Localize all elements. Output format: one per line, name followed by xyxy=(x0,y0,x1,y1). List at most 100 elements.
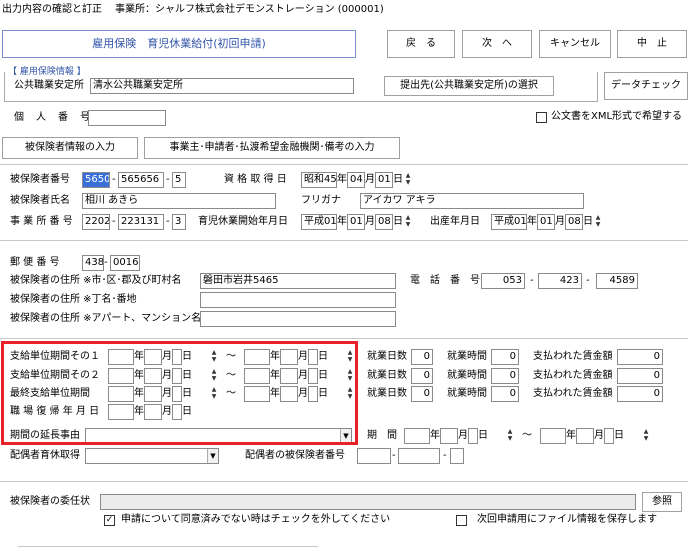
work-days-field[interactable]: 0 xyxy=(411,368,433,384)
postal-code-part1[interactable]: 438 xyxy=(82,255,104,271)
paid-wages-field[interactable]: 0 xyxy=(617,386,663,402)
dash: - xyxy=(112,216,116,227)
birth-date-label: 出産年月日 xyxy=(430,216,480,227)
birth-era[interactable]: 平成01 xyxy=(491,214,527,230)
stop-button[interactable]: 中 止 xyxy=(617,30,687,58)
dash: - xyxy=(112,174,116,185)
birth-day[interactable]: 08 xyxy=(565,214,583,230)
divider xyxy=(0,338,688,339)
insured-name-field[interactable]: 相川 あきら xyxy=(82,193,276,209)
office-number-part3[interactable]: 3 xyxy=(172,214,186,230)
address2-field[interactable] xyxy=(200,292,396,308)
year-unit: 年 xyxy=(527,216,537,227)
extension-end-spinner[interactable]: ▲ ▼ xyxy=(642,428,650,444)
work-hours-field[interactable]: 0 xyxy=(491,349,519,365)
leave-start-spinner[interactable]: ▲ ▼ xyxy=(404,214,412,230)
paid-wages-field[interactable]: 0 xyxy=(617,368,663,384)
phone-part1[interactable]: 053 xyxy=(481,273,525,289)
address1-field[interactable]: 磐田市岩井5465 xyxy=(200,273,396,289)
office-field[interactable]: 清水公共職業安定所 xyxy=(90,78,354,94)
dash: - xyxy=(392,450,396,461)
work-hours-field[interactable]: 0 xyxy=(491,386,519,402)
extension-end-year[interactable] xyxy=(540,428,566,444)
qualification-month[interactable]: 04 xyxy=(347,172,365,188)
office-info: 事業所：シャルフ株式会社デモンストレーション (000001) xyxy=(115,4,384,15)
spouse-number-part3[interactable] xyxy=(450,448,464,464)
insured-info-button[interactable]: 被保険者情報の入力 xyxy=(2,137,138,159)
phone-part3[interactable]: 4589 xyxy=(596,273,638,289)
work-days-field[interactable]: 0 xyxy=(411,386,433,402)
office-number-label: 事 業 所 番 号 xyxy=(10,216,73,227)
extension-end-day[interactable] xyxy=(604,428,614,444)
window-title: 出力内容の確認と訂正 xyxy=(2,4,102,15)
leave-start-era[interactable]: 平成01 xyxy=(301,214,337,230)
day-unit: 日 xyxy=(614,430,624,441)
spouse-insured-number-label: 配偶者の被保険者番号 xyxy=(245,450,345,461)
insured-number-part2[interactable]: 565656 xyxy=(118,172,164,188)
divider xyxy=(0,164,688,165)
address1-label: 被保険者の住所 ※市･区･郡及び町村名 xyxy=(10,275,182,286)
postal-code-part2[interactable]: 0016 xyxy=(110,255,140,271)
address3-label: 被保険者の住所 ※アパート、マンション名等 xyxy=(10,313,212,324)
month-unit: 月 xyxy=(365,216,375,227)
delegation-file-field[interactable] xyxy=(100,494,636,510)
work-hours-label: 就業時間 xyxy=(447,370,487,381)
year-unit: 年 xyxy=(337,174,347,185)
dash: - xyxy=(443,450,447,461)
leave-start-day[interactable]: 08 xyxy=(375,214,393,230)
select-office-button[interactable]: 提出先(公共職業安定所)の選択 xyxy=(384,76,554,96)
address3-field[interactable] xyxy=(200,311,396,327)
save-file-label: 次回申請用にファイル情報を保存します xyxy=(477,514,657,525)
next-button[interactable]: 次 へ xyxy=(462,30,532,58)
paid-wages-field[interactable]: 0 xyxy=(617,349,663,365)
leave-start-label: 育児休業開始年月日 xyxy=(198,216,288,227)
employer-info-button[interactable]: 事業主･申請者･払渡希望金融機関･備考の入力 xyxy=(144,137,400,159)
qualification-date-label: 資 格 取 得 日 xyxy=(224,174,287,185)
chevron-down-icon[interactable]: ▼ xyxy=(207,449,218,463)
year-unit: 年 xyxy=(337,216,347,227)
extension-start-year[interactable] xyxy=(404,428,430,444)
extension-start-spinner[interactable]: ▲ ▼ xyxy=(506,428,514,444)
address2-label: 被保険者の住所 ※丁名･番地 xyxy=(10,294,137,305)
leave-start-month[interactable]: 01 xyxy=(347,214,365,230)
data-check-button[interactable]: データチェック xyxy=(604,72,688,100)
spouse-number-part1[interactable] xyxy=(357,448,391,464)
month-unit: 月 xyxy=(458,430,468,441)
work-days-field[interactable]: 0 xyxy=(411,349,433,365)
insured-number-part3[interactable]: 5 xyxy=(172,172,186,188)
spouse-leave-label: 配偶者育休取得 xyxy=(10,450,80,461)
extension-start-day[interactable] xyxy=(468,428,478,444)
back-button[interactable]: 戻 る xyxy=(387,30,455,58)
qualification-day[interactable]: 01 xyxy=(375,172,393,188)
spouse-leave-select[interactable]: ▼ xyxy=(85,448,219,464)
office-number-part1[interactable]: 2202 xyxy=(82,214,110,230)
personal-number-field[interactable] xyxy=(88,110,166,126)
insured-name-label: 被保険者氏名 xyxy=(10,195,70,206)
year-unit: 年 xyxy=(566,430,576,441)
day-unit: 日 xyxy=(393,216,403,227)
office-number-part2[interactable]: 223131 xyxy=(118,214,164,230)
furigana-field[interactable]: アイカワ アキラ xyxy=(360,193,584,209)
consent-checkbox[interactable]: ✓ xyxy=(104,515,115,526)
extension-start-month[interactable] xyxy=(440,428,458,444)
qualification-date-spinner[interactable]: ▲ ▼ xyxy=(404,172,412,188)
dash: - xyxy=(166,174,170,185)
birth-date-spinner[interactable]: ▲ ▼ xyxy=(594,214,602,230)
cancel-button[interactable]: キャンセル xyxy=(539,30,611,58)
browse-button[interactable]: 参照 xyxy=(642,492,682,512)
qualification-era[interactable]: 昭和45 xyxy=(301,172,337,188)
spouse-number-part2[interactable] xyxy=(398,448,440,464)
insured-number-label: 被保険者番号 xyxy=(10,174,70,185)
day-unit: 日 xyxy=(583,216,593,227)
phone-part2[interactable]: 423 xyxy=(538,273,582,289)
month-unit: 月 xyxy=(594,430,604,441)
consent-label: 申請について同意済みでない時はチェックを外してください xyxy=(121,514,391,525)
work-hours-field[interactable]: 0 xyxy=(491,368,519,384)
insured-number-part1[interactable]: 5650 xyxy=(82,172,110,188)
extension-end-month[interactable] xyxy=(576,428,594,444)
work-days-label: 就業日数 xyxy=(367,370,407,381)
xml-checkbox[interactable] xyxy=(536,112,547,123)
dash: - xyxy=(104,257,108,268)
save-file-checkbox[interactable] xyxy=(456,515,467,526)
birth-month[interactable]: 01 xyxy=(537,214,555,230)
